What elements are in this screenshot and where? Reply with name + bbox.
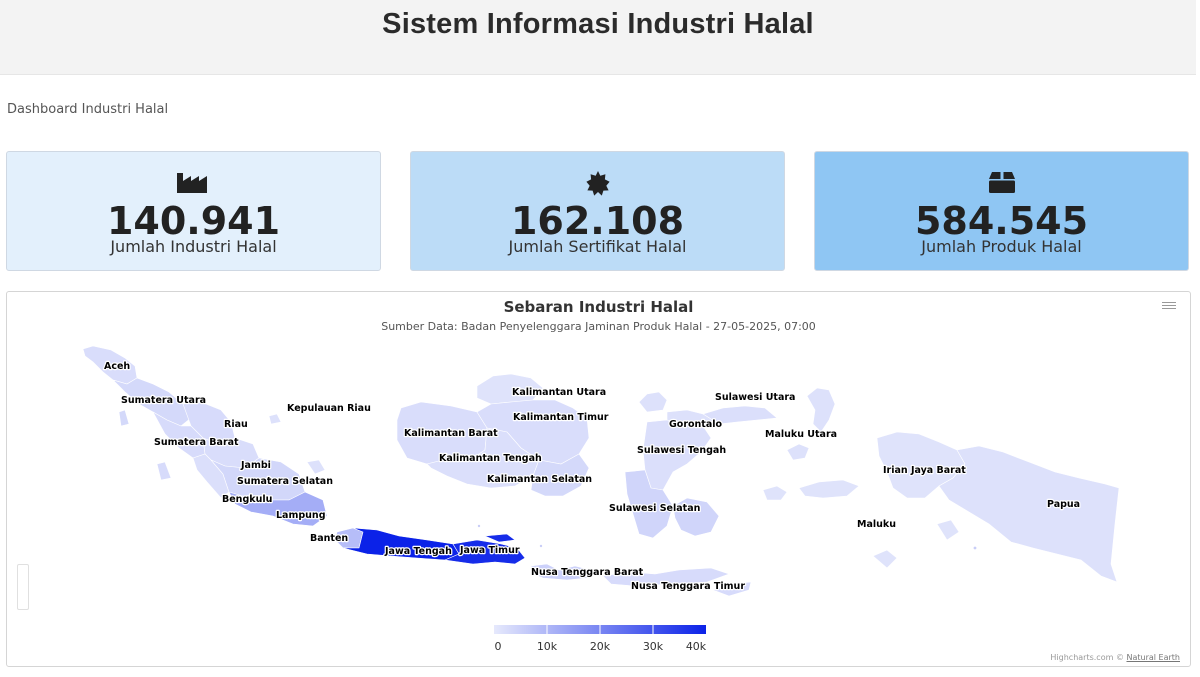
province-maluku-utara[interactable] [806,387,836,433]
label-kalimantan-utara: Kalimantan Utara [512,387,606,398]
province-papua[interactable] [938,445,1120,583]
map-credits: Highcharts.com © Natural Earth [1050,653,1180,662]
province-sulawesi-north-arm[interactable] [638,391,668,413]
province-mentawai[interactable] [156,461,172,481]
stat-card-industri: 140.941 Jumlah Industri Halal [6,151,381,271]
label-sulawesi-tengah: Sulawesi Tengah [637,445,726,456]
province-maluku-utara-isl[interactable] [786,443,810,461]
province-tanimbar[interactable] [872,549,898,569]
label-bengkulu: Bengkulu [222,494,272,505]
legend-tick-20k: 20k [590,640,611,653]
label-banten: Banten [310,533,348,544]
legend-tick-0: 0 [495,640,502,653]
app-header: Sistem Informasi Industri Halal [0,0,1196,75]
label-irian-jaya-barat: Irian Jaya Barat [883,465,966,476]
chart-menu-icon[interactable] [1162,300,1176,312]
label-jawa-timur: Jawa Timur [459,545,520,556]
credits-brand[interactable]: Highcharts.com [1050,653,1113,662]
label-sumatera-utara: Sumatera Utara [121,395,206,406]
label-riau: Riau [224,419,248,430]
label-sulawesi-selatan: Sulawesi Selatan [609,503,701,514]
label-kalimantan-tengah: Kalimantan Tengah [439,453,542,464]
province-madura[interactable] [484,533,516,543]
label-sulawesi-utara: Sulawesi Utara [715,392,795,403]
page-title: Sistem Informasi Industri Halal [382,8,814,40]
label-nusa-tenggara-timur: Nusa Tenggara Timur [631,581,745,592]
province-seram[interactable] [798,479,860,499]
province-kepulauan-riau[interactable] [306,459,326,475]
indonesia-map[interactable]: Aceh Sumatera Utara Riau Kepulauan Riau … [7,292,1190,666]
label-maluku: Maluku [857,519,896,530]
stat-card-produk: 584.545 Jumlah Produk Halal [814,151,1189,271]
label-maluku-utara: Maluku Utara [765,429,837,440]
legend-tick-30k: 30k [643,640,664,653]
map-panel: Aceh Sumatera Utara Riau Kepulauan Riau … [6,291,1191,667]
map-title: Sebaran Industri Halal [503,298,694,316]
label-jambi: Jambi [240,460,271,471]
label-papua: Papua [1047,499,1080,510]
credits-source-link[interactable]: Natural Earth [1126,653,1180,662]
province-aru[interactable] [936,519,960,541]
label-kalimantan-selatan: Kalimantan Selatan [487,474,592,485]
breadcrumb[interactable]: Dashboard Industri Halal [7,102,168,117]
legend-tick-10k: 10k [537,640,558,653]
label-gorontalo: Gorontalo [669,419,723,430]
label-sumatera-barat: Sumatera Barat [154,437,239,448]
color-legend: 0 10k 20k 30k 40k [494,625,707,653]
legend-tick-40k: 40k [686,640,707,653]
label-sumatera-selatan: Sumatera Selatan [237,476,333,487]
label-kalimantan-timur: Kalimantan Timur [513,412,609,423]
label-kepulauan-riau: Kepulauan Riau [287,403,371,414]
credits-separator: © [1115,653,1124,662]
province-nias[interactable] [118,409,130,427]
certificate-icon [411,170,784,196]
stat-label: Jumlah Industri Halal [110,237,277,256]
label-aceh: Aceh [104,361,130,372]
province-buru[interactable] [762,485,788,501]
stat-label: Jumlah Sertifikat Halal [508,237,687,256]
label-nusa-tenggara-barat: Nusa Tenggara Barat [531,567,644,578]
label-jawa-tengah: Jawa Tengah [384,546,452,557]
map-subtitle: Sumber Data: Badan Penyelenggara Jaminan… [381,320,816,333]
box-icon [815,170,1188,196]
map-zoom-control[interactable] [17,564,29,610]
stat-card-sertifikat: 162.108 Jumlah Sertifikat Halal [410,151,785,271]
factory-icon [7,170,380,196]
label-lampung: Lampung [276,510,326,521]
stat-label: Jumlah Produk Halal [921,237,1082,256]
label-kalimantan-barat: Kalimantan Barat [404,428,498,439]
province-kepulauan-riau-islands[interactable] [268,413,282,425]
